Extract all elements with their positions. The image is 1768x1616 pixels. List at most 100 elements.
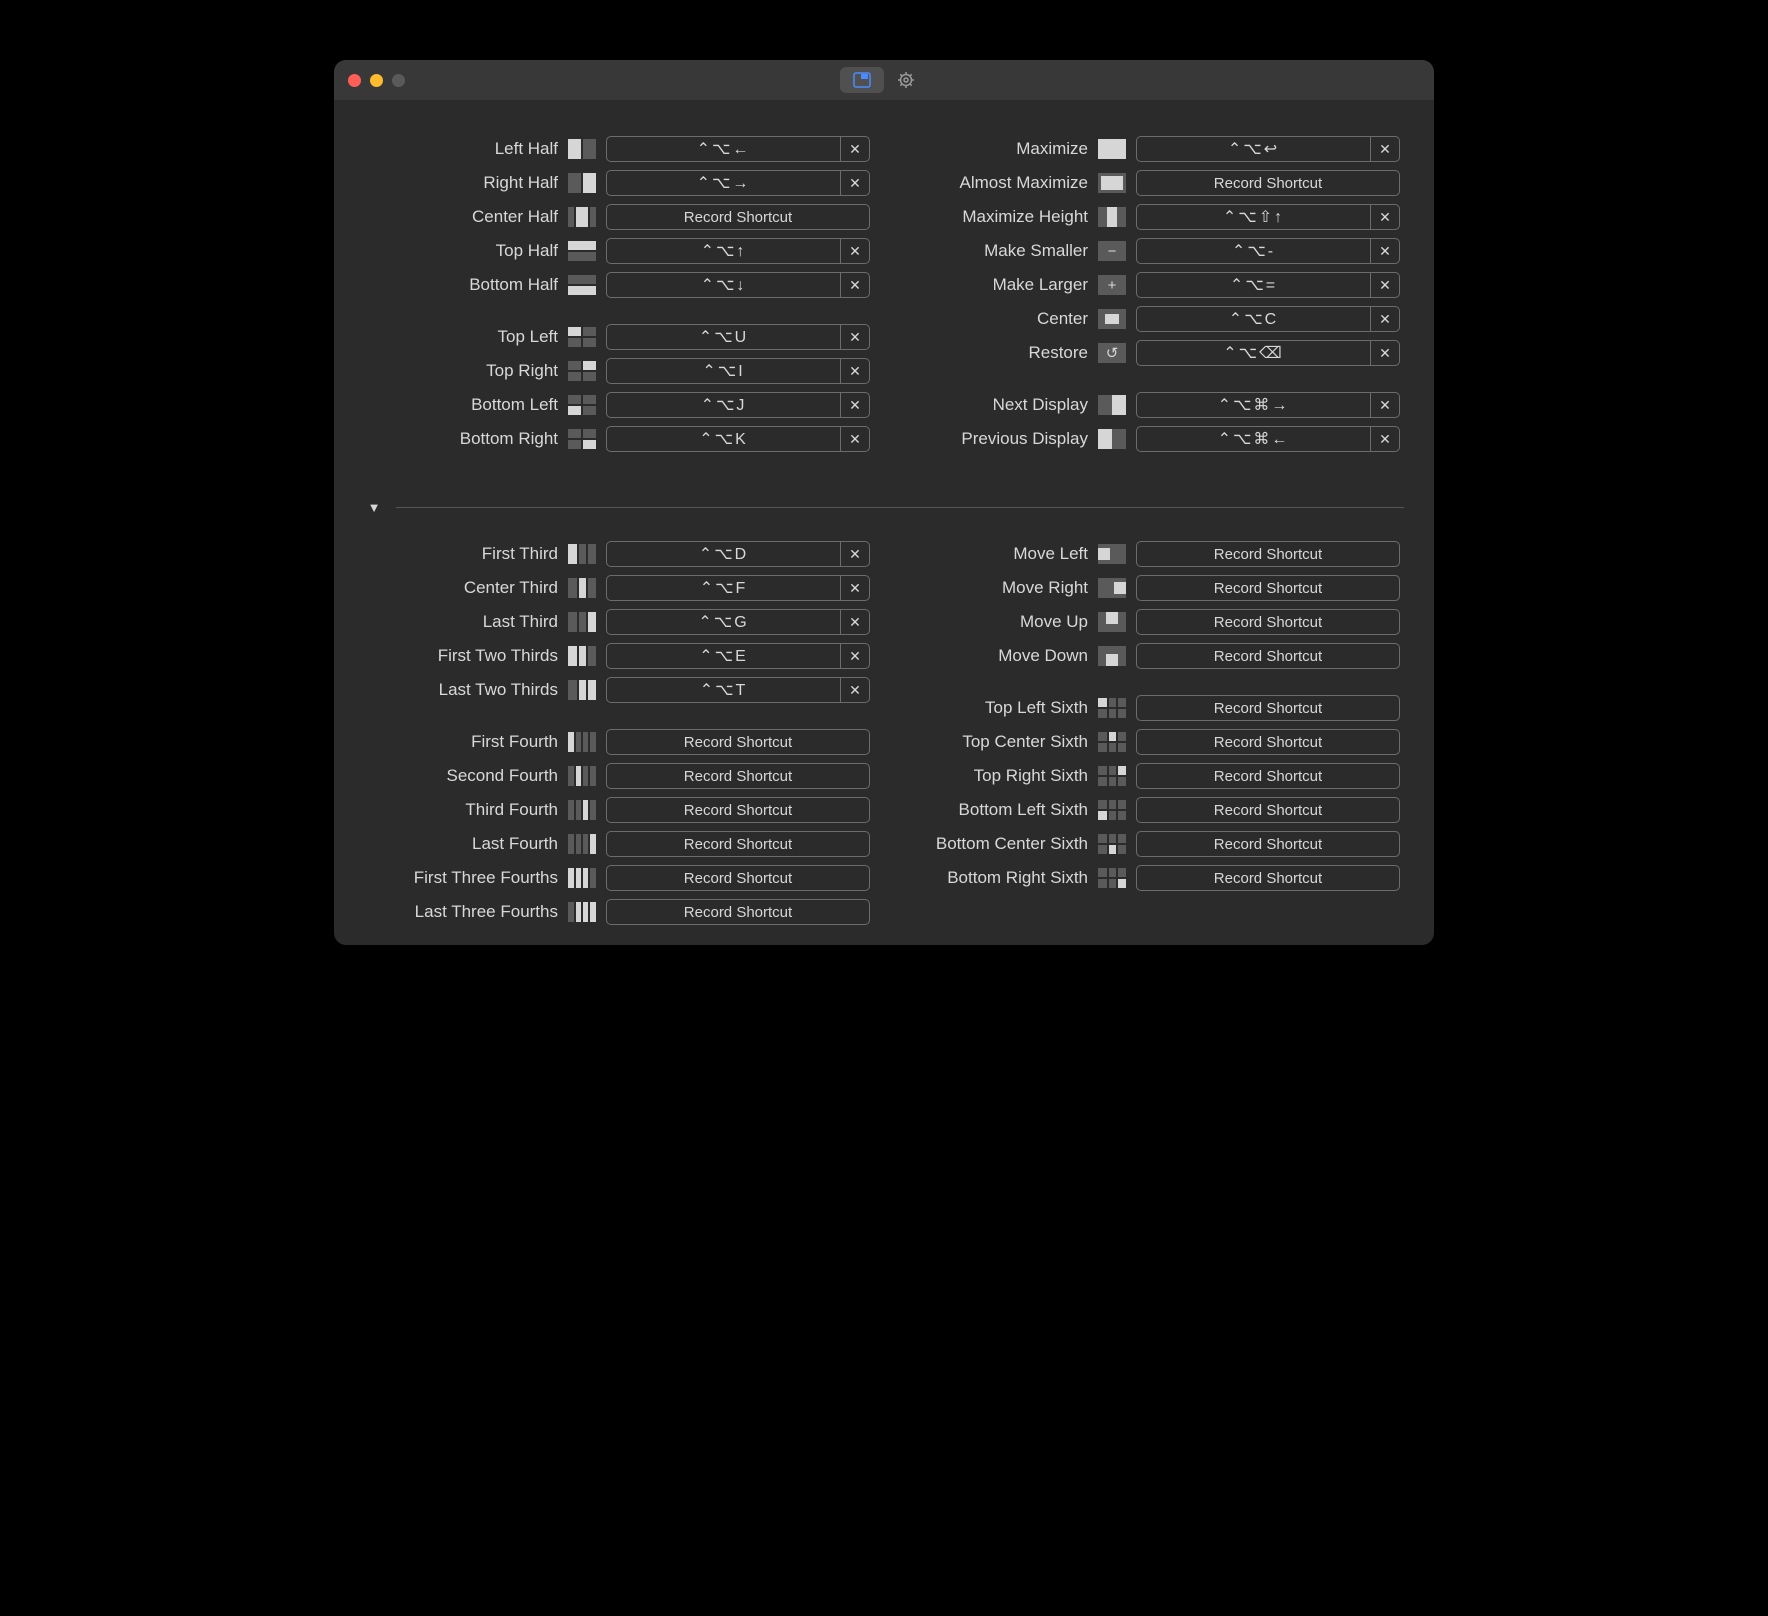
shortcut-field-left-half[interactable]: ⌃⌥←✕ — [606, 136, 870, 162]
shortcut-field-next-display[interactable]: ⌃⌥⌘→✕ — [1136, 392, 1400, 418]
clear-shortcut-button[interactable]: ✕ — [1370, 393, 1399, 417]
shortcut-field-restore[interactable]: ⌃⌥⌫✕ — [1136, 340, 1400, 366]
shortcut-field-first-three-fourths[interactable]: Record Shortcut — [606, 865, 870, 891]
shortcut-field-almost-maximize[interactable]: Record Shortcut — [1136, 170, 1400, 196]
shortcut-label: Bottom Center Sixth — [898, 834, 1088, 854]
shortcut-row-bottom-half: Bottom Half⌃⌥↓✕ — [368, 268, 870, 302]
shortcut-field-move-down[interactable]: Record Shortcut — [1136, 643, 1400, 669]
shortcut-field-maximize[interactable]: ⌃⌥↩✕ — [1136, 136, 1400, 162]
shortcut-field-right-half[interactable]: ⌃⌥→✕ — [606, 170, 870, 196]
sixth-tl-icon — [1098, 698, 1126, 718]
shortcut-field-last-two-thirds[interactable]: ⌃⌥T✕ — [606, 677, 870, 703]
shortcut-field-top-left-sixth[interactable]: Record Shortcut — [1136, 695, 1400, 721]
zoom-window-button[interactable] — [392, 74, 405, 87]
tab-settings[interactable] — [884, 67, 928, 93]
clear-shortcut-button[interactable]: ✕ — [1370, 341, 1399, 365]
clear-shortcut-button[interactable]: ✕ — [840, 576, 869, 600]
shortcut-field-maximize-height[interactable]: ⌃⌥⇧↑✕ — [1136, 204, 1400, 230]
close-window-button[interactable] — [348, 74, 361, 87]
undo-icon: ↺ — [1098, 343, 1126, 363]
shortcut-group: Top Left⌃⌥U✕Top Right⌃⌥I✕Bottom Left⌃⌥J✕… — [368, 320, 870, 456]
shortcut-field-center-third[interactable]: ⌃⌥F✕ — [606, 575, 870, 601]
clear-shortcut-button[interactable]: ✕ — [1370, 273, 1399, 297]
shortcut-field-bottom-right[interactable]: ⌃⌥K✕ — [606, 426, 870, 452]
shortcut-label: Almost Maximize — [898, 173, 1088, 193]
shortcut-row-last-two-thirds: Last Two Thirds⌃⌥T✕ — [368, 673, 870, 707]
shortcut-field-top-right-sixth[interactable]: Record Shortcut — [1136, 763, 1400, 789]
shortcut-row-first-three-fourths: First Three FourthsRecord Shortcut — [368, 861, 870, 895]
shortcut-label: Make Larger — [898, 275, 1088, 295]
shortcut-field-bottom-left-sixth[interactable]: Record Shortcut — [1136, 797, 1400, 823]
shortcut-field-make-larger[interactable]: ⌃⌥=✕ — [1136, 272, 1400, 298]
shortcut-label: Top Left — [368, 327, 558, 347]
clear-shortcut-button[interactable]: ✕ — [840, 542, 869, 566]
minimize-window-button[interactable] — [370, 74, 383, 87]
shortcut-value: ⌃⌥J — [607, 395, 840, 415]
shortcut-group: Left Half⌃⌥←✕Right Half⌃⌥→✕Center HalfRe… — [368, 132, 870, 302]
center-half-icon — [568, 207, 596, 227]
clear-shortcut-button[interactable]: ✕ — [840, 359, 869, 383]
clear-shortcut-button[interactable]: ✕ — [840, 137, 869, 161]
clear-shortcut-button[interactable]: ✕ — [840, 273, 869, 297]
shortcut-field-center-half[interactable]: Record Shortcut — [606, 204, 870, 230]
clear-shortcut-button[interactable]: ✕ — [1370, 427, 1399, 451]
shortcut-row-restore: Restore ↺ ⌃⌥⌫✕ — [898, 336, 1400, 370]
clear-shortcut-button[interactable]: ✕ — [840, 325, 869, 349]
shortcut-field-last-third[interactable]: ⌃⌥G✕ — [606, 609, 870, 635]
shortcut-label: Top Half — [368, 241, 558, 261]
shortcut-field-top-left[interactable]: ⌃⌥U✕ — [606, 324, 870, 350]
shortcut-field-last-fourth[interactable]: Record Shortcut — [606, 831, 870, 857]
shortcut-field-bottom-half[interactable]: ⌃⌥↓✕ — [606, 272, 870, 298]
clear-shortcut-button[interactable]: ✕ — [1370, 205, 1399, 229]
shortcut-label: Move Down — [898, 646, 1088, 666]
clear-shortcut-button[interactable]: ✕ — [840, 644, 869, 668]
shortcut-label: Restore — [898, 343, 1088, 363]
shortcut-field-top-right[interactable]: ⌃⌥I✕ — [606, 358, 870, 384]
shortcut-field-second-fourth[interactable]: Record Shortcut — [606, 763, 870, 789]
shortcut-value: ⌃⌥U — [607, 327, 840, 347]
shortcut-label: Right Half — [368, 173, 558, 193]
shortcut-row-third-fourth: Third FourthRecord Shortcut — [368, 793, 870, 827]
shortcut-row-right-half: Right Half ⌃⌥→✕ — [368, 166, 870, 200]
shortcut-field-top-center-sixth[interactable]: Record Shortcut — [1136, 729, 1400, 755]
shortcut-field-center[interactable]: ⌃⌥C✕ — [1136, 306, 1400, 332]
shortcut-field-move-left[interactable]: Record Shortcut — [1136, 541, 1400, 567]
shortcut-row-move-right: Move RightRecord Shortcut — [898, 571, 1400, 605]
shortcut-field-first-fourth[interactable]: Record Shortcut — [606, 729, 870, 755]
clear-shortcut-button[interactable]: ✕ — [840, 427, 869, 451]
clear-shortcut-button[interactable]: ✕ — [1370, 137, 1399, 161]
clear-shortcut-button[interactable]: ✕ — [840, 393, 869, 417]
shortcut-label: Last Third — [368, 612, 558, 632]
shortcut-row-top-left-sixth: Top Left SixthRecord Shortcut — [898, 691, 1400, 725]
disclosure-toggle[interactable]: ▼ — [364, 500, 384, 515]
bottom-left-icon — [568, 395, 596, 415]
shortcut-label: Top Right — [368, 361, 558, 381]
shortcut-field-bottom-left[interactable]: ⌃⌥J✕ — [606, 392, 870, 418]
full-icon — [1098, 139, 1126, 159]
clear-shortcut-button[interactable]: ✕ — [840, 610, 869, 634]
clear-shortcut-button[interactable]: ✕ — [1370, 307, 1399, 331]
shortcut-field-third-fourth[interactable]: Record Shortcut — [606, 797, 870, 823]
shortcut-field-top-half[interactable]: ⌃⌥↑✕ — [606, 238, 870, 264]
shortcut-row-second-fourth: Second FourthRecord Shortcut — [368, 759, 870, 793]
shortcut-label: Center Half — [368, 207, 558, 227]
clear-shortcut-button[interactable]: ✕ — [840, 171, 869, 195]
clear-shortcut-button[interactable]: ✕ — [840, 678, 869, 702]
shortcut-row-maximize-height: Maximize Height⌃⌥⇧↑✕ — [898, 200, 1400, 234]
shortcut-label: Top Right Sixth — [898, 766, 1088, 786]
tab-shortcuts[interactable] — [840, 67, 884, 93]
shortcut-field-bottom-center-sixth[interactable]: Record Shortcut — [1136, 831, 1400, 857]
shortcut-field-bottom-right-sixth[interactable]: Record Shortcut — [1136, 865, 1400, 891]
top-right-icon — [568, 361, 596, 381]
shortcut-field-move-up[interactable]: Record Shortcut — [1136, 609, 1400, 635]
left-half-icon — [568, 139, 596, 159]
fourth-4-icon — [568, 834, 596, 854]
clear-shortcut-button[interactable]: ✕ — [840, 239, 869, 263]
shortcut-field-first-two-thirds[interactable]: ⌃⌥E✕ — [606, 643, 870, 669]
shortcut-field-last-three-fourths[interactable]: Record Shortcut — [606, 899, 870, 925]
shortcut-field-make-smaller[interactable]: ⌃⌥-✕ — [1136, 238, 1400, 264]
shortcut-field-first-third[interactable]: ⌃⌥D✕ — [606, 541, 870, 567]
shortcut-field-previous-display[interactable]: ⌃⌥⌘←✕ — [1136, 426, 1400, 452]
clear-shortcut-button[interactable]: ✕ — [1370, 239, 1399, 263]
shortcut-field-move-right[interactable]: Record Shortcut — [1136, 575, 1400, 601]
